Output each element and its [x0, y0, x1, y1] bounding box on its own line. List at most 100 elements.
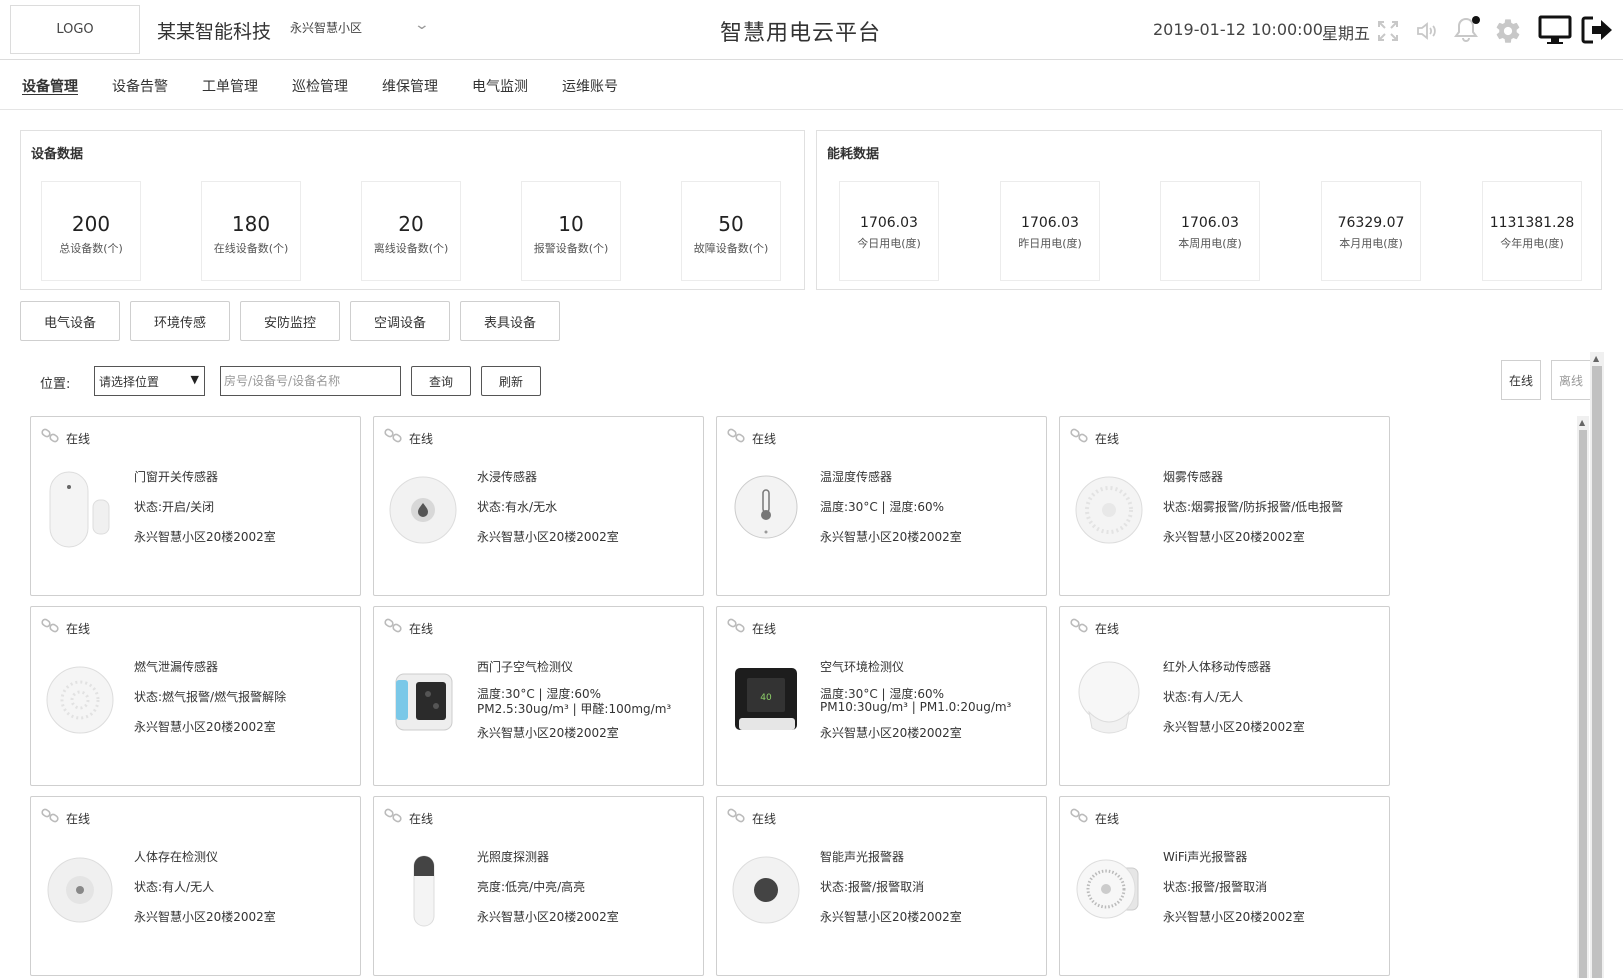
category-electrical-button[interactable]: 电气设备: [20, 301, 120, 341]
device-name: 红外人体移动传感器: [1163, 660, 1272, 674]
device-status: 在线: [1095, 812, 1120, 826]
device-card[interactable]: 在线 温湿度传感器 温度:30°C | 湿度:60% 永兴智慧小区20楼2002…: [716, 416, 1047, 596]
device-stats-panel: 设备数据 200 总设备数(个) 180 在线设备数(个) 20 离线设备数(个…: [20, 130, 805, 290]
list-scrollbar[interactable]: ▲: [1577, 416, 1589, 978]
device-state: 状态:开启/关闭: [134, 500, 215, 514]
device-name: 空气环境检测仪: [820, 660, 905, 674]
stat-yesterday-energy: 1706.03 昨日用电(度): [1000, 181, 1100, 281]
device-state: 状态:有人/无人: [134, 880, 215, 894]
scrollbar-thumb[interactable]: [1579, 430, 1587, 978]
device-status: 在线: [752, 622, 777, 636]
device-card[interactable]: 在线 红外人体移动传感器 状态:有人/无人 永兴智慧小区20楼2002室: [1059, 606, 1390, 786]
device-card[interactable]: 在线 门窗开关传感器 状态:开启/关闭 永兴智慧小区20楼2002室: [30, 416, 361, 596]
nav-device-alarm[interactable]: 设备告警: [112, 76, 168, 96]
device-location: 永兴智慧小区20楼2002室: [477, 530, 619, 544]
device-status: 在线: [409, 812, 434, 826]
scroll-up-icon[interactable]: ▲: [1579, 418, 1585, 427]
weekday: 星期五: [1322, 24, 1371, 43]
siren-alarm-icon: [732, 856, 800, 924]
device-card[interactable]: 在线 水浸传感器 状态:有水/无水 永兴智慧小区20楼2002室: [373, 416, 704, 596]
category-meter-button[interactable]: 表具设备: [460, 301, 560, 341]
stat-month-energy: 76329.07 本月用电(度): [1321, 181, 1421, 281]
speaker-icon[interactable]: [1415, 19, 1439, 43]
link-icon: [727, 808, 745, 823]
monitor-icon[interactable]: [1538, 14, 1572, 46]
community-select[interactable]: 永兴智慧小区 ⌄: [290, 17, 440, 41]
device-location: 永兴智慧小区20楼2002室: [477, 910, 619, 924]
device-card[interactable]: 在线 燃气泄漏传感器 状态:燃气报警/燃气报警解除 永兴智慧小区20楼2002室: [30, 606, 361, 786]
device-status: 在线: [66, 812, 91, 826]
device-name: 温湿度传感器: [820, 470, 893, 484]
top-header: LOGO 某某智能科技 永兴智慧小区 ⌄ 智慧用电云平台 2019-01-12 …: [0, 0, 1623, 60]
device-state-extra: PM2.5:30ug/m³ | 甲醛:100mg/m³: [477, 702, 672, 716]
device-name: WiFi声光报警器: [1163, 850, 1248, 864]
energy-stats-panel: 能耗数据 1706.03 今日用电(度) 1706.03 昨日用电(度) 170…: [816, 130, 1602, 290]
category-environment-button[interactable]: 环境传感: [130, 301, 230, 341]
search-input[interactable]: [220, 366, 401, 396]
presence-detector-icon: [47, 857, 113, 923]
nav-ops-account[interactable]: 运维账号: [562, 76, 618, 96]
gear-icon[interactable]: [1494, 17, 1522, 45]
device-card[interactable]: 在线 智能声光报警器 状态:报警/报警取消 永兴智慧小区20楼2002室: [716, 796, 1047, 976]
device-card[interactable]: 在线 烟雾传感器 状态:烟雾报警/防拆报警/低电报警 永兴智慧小区20楼2002…: [1059, 416, 1390, 596]
fullscreen-icon[interactable]: [1376, 19, 1400, 43]
stat-value: 180: [231, 212, 271, 236]
device-state-extra: PM10:30ug/m³ | PM1.0:20ug/m³: [820, 700, 1012, 714]
scroll-up-icon[interactable]: ▲: [1593, 354, 1599, 363]
device-location: 永兴智慧小区20楼2002室: [134, 720, 276, 734]
device-name: 燃气泄漏传感器: [134, 660, 219, 674]
scrollbar-thumb[interactable]: [1592, 366, 1602, 978]
category-security-button[interactable]: 安防监控: [240, 301, 340, 341]
device-card[interactable]: 在线 人体存在检测仪 状态:有人/无人 永兴智慧小区20楼2002室: [30, 796, 361, 976]
device-state: 状态:报警/报警取消: [1163, 880, 1268, 894]
device-state: 状态:烟雾报警/防拆报警/低电报警: [1163, 500, 1344, 514]
device-location: 永兴智慧小区20楼2002室: [1163, 530, 1305, 544]
stat-value: 200: [71, 212, 111, 236]
stat-value: 1706.03: [1021, 215, 1079, 231]
screen-reading-icon: 40: [760, 693, 772, 703]
device-state: 状态:有人/无人: [1163, 690, 1244, 704]
device-status: 在线: [66, 622, 91, 636]
location-select[interactable]: 请选择位置 ▼: [94, 366, 205, 396]
device-state: 温度:30°C | 湿度:60%: [820, 500, 945, 514]
page-scrollbar[interactable]: ▲: [1590, 352, 1604, 978]
gas-leak-sensor-icon: [46, 666, 114, 734]
stat-label: 今年用电(度): [1500, 237, 1564, 250]
device-status: 在线: [66, 432, 91, 446]
device-location: 永兴智慧小区20楼2002室: [1163, 720, 1305, 734]
stat-offline-devices: 20 离线设备数(个): [361, 181, 461, 281]
thermometer-sensor-icon: [734, 475, 798, 539]
nav-work-order[interactable]: 工单管理: [202, 76, 258, 96]
category-hvac-button[interactable]: 空调设备: [350, 301, 450, 341]
stat-alarm-devices: 10 报警设备数(个): [521, 181, 621, 281]
stat-label: 在线设备数(个): [213, 242, 289, 255]
nav-inspection[interactable]: 巡检管理: [292, 76, 348, 96]
link-icon: [41, 618, 59, 633]
device-location: 永兴智慧小区20楼2002室: [820, 530, 962, 544]
online-tab[interactable]: 在线: [1501, 360, 1541, 400]
logout-icon[interactable]: [1580, 14, 1614, 46]
offline-tab[interactable]: 离线: [1551, 360, 1590, 400]
link-icon: [41, 808, 59, 823]
stat-value: 1131381.28: [1489, 215, 1575, 231]
logo: LOGO: [10, 5, 140, 54]
refresh-button[interactable]: 刷新: [481, 366, 541, 396]
stat-label: 本月用电(度): [1339, 237, 1403, 250]
device-location: 永兴智慧小区20楼2002室: [134, 910, 276, 924]
nav-electrical-monitoring[interactable]: 电气监测: [472, 76, 528, 96]
device-state: 亮度:低亮/中亮/高亮: [477, 880, 586, 894]
stat-value: 76329.07: [1337, 215, 1405, 231]
device-card[interactable]: 在线 光照度探测器 亮度:低亮/中亮/高亮 永兴智慧小区20楼2002室: [373, 796, 704, 976]
nav-device-management[interactable]: 设备管理: [22, 76, 78, 96]
link-icon: [1070, 618, 1088, 633]
stat-label: 总设备数(个): [59, 242, 123, 255]
device-card[interactable]: 在线 西门子空气检测仪 温度:30°C | 湿度:60% PM2.5:30ug/…: [373, 606, 704, 786]
nav-maintenance[interactable]: 维保管理: [382, 76, 438, 96]
bell-icon[interactable]: [1454, 15, 1482, 45]
motion-sensor-icon: [1078, 661, 1140, 734]
query-button[interactable]: 查询: [411, 366, 471, 396]
device-card[interactable]: 在线 40 空气环境检测仪 温度:30°C | 湿度:60% PM10:30ug…: [716, 606, 1047, 786]
device-status: 在线: [752, 432, 777, 446]
door-sensor-icon: [49, 471, 110, 548]
device-card[interactable]: 在线 WiFi声光报警器 状态:报警/报警取消 永兴智慧小区20楼2002室: [1059, 796, 1390, 976]
